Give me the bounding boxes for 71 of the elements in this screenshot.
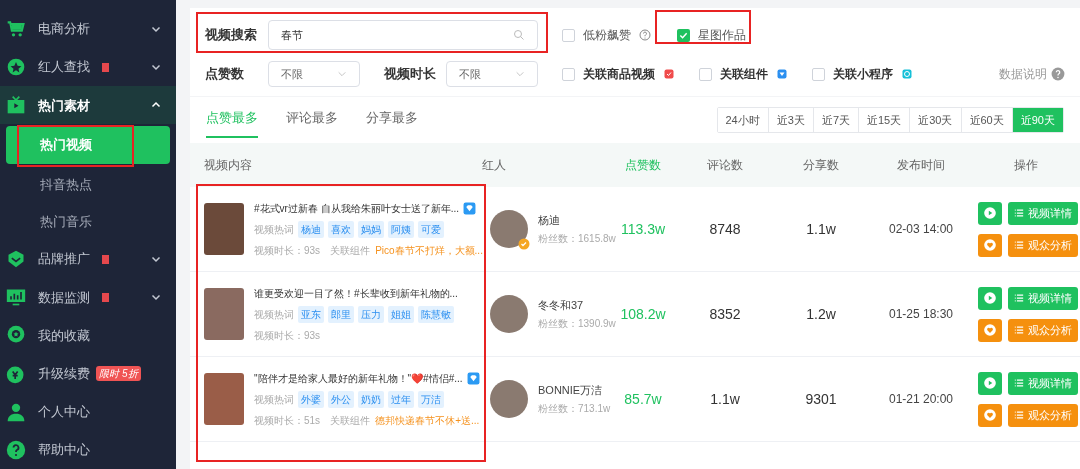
menu-label: 热门素材 <box>38 96 90 115</box>
promo-text: 5折 <box>122 367 138 382</box>
checkbox-label: 关联小程序 <box>833 66 893 83</box>
influencer-name[interactable]: 杨迪 <box>538 211 616 229</box>
menu-item[interactable]: 数据监测 <box>0 278 176 317</box>
menu-item[interactable]: 品牌推广 <box>0 240 176 279</box>
like-count: 85.7w <box>623 389 663 409</box>
column-header: 分享数 <box>802 157 840 174</box>
follower-count: 粉丝数：713.1w <box>538 402 611 417</box>
dropdown-value: 不限 <box>459 66 481 82</box>
menu-label: 品牌推广 <box>38 250 90 269</box>
share-count: 1.2w <box>805 304 837 324</box>
influencer-name[interactable]: BONNIE万洁 <box>538 381 611 399</box>
comment-count: 8352 <box>708 304 742 324</box>
follower-count: 粉丝数：1390.9w <box>538 317 616 332</box>
tab[interactable]: 分享最多 <box>366 101 418 139</box>
comment-count: 1.1w <box>709 389 741 409</box>
column-header: 发布时间 <box>896 157 946 174</box>
menu-label: 电商分析 <box>38 20 90 39</box>
publish-time: 01-21 20:00 <box>887 391 955 408</box>
field-label: 点赞数 <box>205 65 245 84</box>
checkbox-label: 关联组件 <box>720 66 768 83</box>
keywords-label: 视频热词 <box>254 307 294 322</box>
checkbox-label: 关联商品视频 <box>583 66 655 83</box>
column-header: 视频内容 <box>203 157 253 174</box>
publish-time: 01-25 18:30 <box>887 306 955 323</box>
keywords-label: 视频热词 <box>254 222 294 237</box>
share-count: 1.1w <box>805 219 837 239</box>
menu-label: 帮助中心 <box>38 441 90 460</box>
dropdown-value: 不限 <box>281 66 303 82</box>
menu-label: 红人查找 <box>38 58 90 77</box>
menu-label: 我的收藏 <box>38 326 90 345</box>
checkbox-label: 低粉飙赞 <box>583 27 631 44</box>
tab[interactable]: 评论最多 <box>286 101 338 139</box>
keywords-label: 视频热词 <box>254 392 294 407</box>
video-title[interactable]: "陪伴才是给家人最好的新年礼物！"❤#情侣#... <box>254 370 463 386</box>
checkbox-label: 星图作品 <box>698 27 746 44</box>
share-count: 9301 <box>804 389 838 409</box>
field-label: 视频时长 <box>384 65 437 84</box>
dropdown[interactable]: 不限 <box>446 61 538 87</box>
video-duration: 视频时长：93s <box>254 328 321 343</box>
video-title[interactable]: 谁更受欢迎一目了然！#长辈收到新年礼物的... <box>254 285 458 301</box>
video-title[interactable]: #花式vr过新春 自从我给朱丽叶女士送了新年... <box>254 200 459 216</box>
column-header: 评论数 <box>706 157 744 174</box>
menu-label: 数据监测 <box>38 288 90 307</box>
menu-item[interactable]: 升级续费 限时 5折 <box>0 354 176 393</box>
column-header: 红人 <box>482 157 507 174</box>
influencer-name[interactable]: 冬冬和37 <box>538 296 616 314</box>
menu-label: 个人中心 <box>38 403 90 421</box>
search-field[interactable]: 春节 <box>268 20 538 50</box>
menu-item[interactable]: 我的收藏 <box>0 316 176 355</box>
menu-item[interactable]: 帮助中心 <box>0 430 176 469</box>
column-header: 操作 <box>1012 157 1039 174</box>
search-value: 春节 <box>281 27 303 43</box>
component-label: 关联组件 <box>330 413 371 428</box>
video-duration: 视频时长：51s <box>254 413 321 428</box>
menu-item[interactable]: 电商分析 <box>0 10 176 49</box>
video-duration: 视频时长：93s <box>254 243 321 258</box>
submenu-item[interactable]: 热门音乐 <box>6 202 170 241</box>
menu-item[interactable]: 红人查找 <box>0 48 176 87</box>
submenu-item[interactable]: 抖音热点 <box>6 165 170 203</box>
menu-item[interactable]: 个人中心 <box>0 392 176 431</box>
dropdown[interactable]: 不限 <box>268 61 360 87</box>
follower-count: 粉丝数：1615.8w <box>538 232 616 247</box>
comment-count: 8748 <box>708 219 742 239</box>
field-label: 视频搜索 <box>205 26 258 45</box>
publish-time: 02-03 14:00 <box>887 221 955 238</box>
component-label: 关联组件 <box>330 243 371 258</box>
menu-item[interactable]: 热门素材 <box>0 86 176 125</box>
promo-text: 限时 <box>99 367 119 382</box>
menu-label: 升级续费 <box>38 364 90 383</box>
